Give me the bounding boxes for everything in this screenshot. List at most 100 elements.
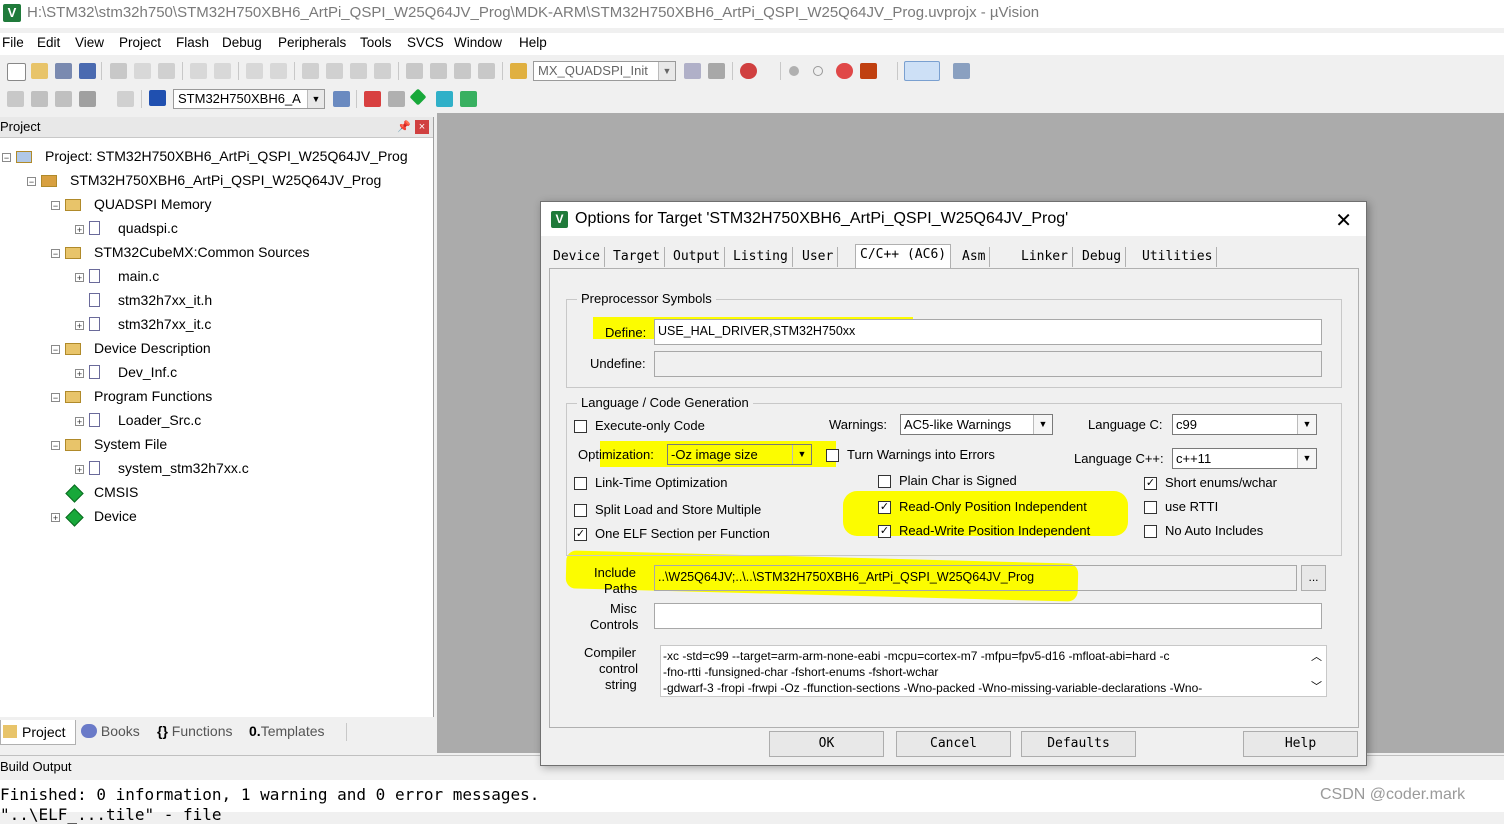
ok-button[interactable]: OK — [769, 731, 884, 757]
comment-icon[interactable] — [454, 63, 471, 79]
lto-checkbox[interactable] — [574, 477, 587, 490]
scroll-down-icon[interactable]: ﹀ — [1311, 678, 1322, 694]
find-in-files-icon[interactable] — [510, 63, 527, 79]
collapse-icon[interactable]: − — [51, 441, 60, 451]
tab-asm[interactable]: Asm — [958, 247, 991, 267]
menu-svcs[interactable]: SVCS — [407, 35, 444, 50]
redo-icon[interactable] — [214, 63, 231, 79]
collapse-icon[interactable]: − — [51, 249, 60, 259]
close-icon[interactable]: ✕ — [1335, 208, 1352, 233]
tree-item[interactable]: − Device Description — [0, 339, 430, 359]
short-enums-checkbox[interactable]: ✓ — [1144, 477, 1157, 490]
include-paths-input[interactable]: ..\W25Q64JV;..\..\STM32H750XBH6_ArtPi_QS… — [654, 565, 1297, 591]
tab-linker[interactable]: Linker — [1017, 247, 1073, 267]
batch-build-icon[interactable] — [79, 91, 96, 107]
debug-session-icon[interactable] — [740, 63, 757, 79]
save-icon[interactable] — [55, 63, 72, 79]
define-input[interactable]: USE_HAL_DRIVER,STM32H750xx — [654, 319, 1322, 345]
menu-tools[interactable]: Tools — [360, 35, 392, 50]
tree-item[interactable]: − STM32CubeMX:Common Sources — [0, 243, 430, 263]
tree-item[interactable]: CMSIS — [0, 483, 430, 503]
window-layout-icon[interactable] — [904, 61, 940, 81]
tree-item[interactable]: + Dev_Inf.c — [0, 363, 430, 383]
tree-item[interactable]: + system_stm32h7xx.c — [0, 459, 430, 479]
plain-char-checkbox[interactable] — [878, 475, 891, 488]
optimization-select[interactable]: -Oz image size ▼ — [667, 444, 812, 465]
menu-debug[interactable]: Debug — [222, 35, 262, 50]
configure-icon[interactable] — [953, 63, 970, 79]
tree-item[interactable]: + quadspi.c — [0, 219, 430, 239]
manage-project-icon[interactable] — [388, 91, 405, 107]
tab-books[interactable]: Books — [81, 723, 140, 739]
pin-icon[interactable]: 📌 — [397, 120, 411, 133]
indent-icon[interactable] — [406, 63, 423, 79]
defaults-button[interactable]: Defaults — [1021, 731, 1136, 757]
split-load-checkbox[interactable] — [574, 504, 587, 517]
expand-icon[interactable]: + — [75, 321, 84, 331]
execute-only-checkbox[interactable] — [574, 420, 587, 433]
expand-icon[interactable]: + — [51, 513, 60, 523]
target-options-icon[interactable] — [333, 91, 350, 107]
turn-warnings-checkbox[interactable] — [826, 449, 839, 462]
chevron-down-icon[interactable]: ▼ — [1297, 415, 1316, 434]
build-icon[interactable] — [31, 91, 48, 107]
translate-icon[interactable] — [7, 91, 24, 107]
expand-icon[interactable]: + — [75, 225, 84, 235]
rte-icon[interactable] — [460, 91, 477, 107]
next-bookmark-icon[interactable] — [350, 63, 367, 79]
nav-back-icon[interactable] — [246, 63, 263, 79]
pack-installer-icon[interactable] — [436, 91, 453, 107]
tree-item[interactable]: + Loader_Src.c — [0, 411, 430, 431]
expand-icon[interactable]: + — [75, 465, 84, 475]
menu-window[interactable]: Window — [454, 35, 502, 50]
prev-bookmark-icon[interactable] — [326, 63, 343, 79]
download-load-icon[interactable] — [149, 90, 166, 106]
tab-target[interactable]: Target — [609, 247, 665, 267]
tree-item[interactable]: + Device — [0, 507, 430, 527]
new-file-icon[interactable] — [7, 63, 26, 81]
tab-functions[interactable]: {} Functions — [157, 723, 233, 739]
tree-item[interactable]: − Project: STM32H750XBH6_ArtPi_QSPI_W25Q6… — [0, 147, 430, 167]
one-elf-checkbox[interactable]: ✓ — [574, 528, 587, 541]
undo-icon[interactable] — [190, 63, 207, 79]
open-file-icon[interactable] — [31, 63, 48, 79]
tree-item[interactable]: − QUADSPI Memory — [0, 195, 430, 215]
collapse-icon[interactable]: − — [51, 201, 60, 211]
chevron-down-icon[interactable]: ▼ — [792, 445, 811, 464]
expand-icon[interactable]: + — [75, 369, 84, 379]
uncomment-icon[interactable] — [478, 63, 495, 79]
find-icon[interactable] — [684, 63, 701, 79]
compiler-control-string[interactable]: -xc -std=c99 --target=arm-arm-none-eabi … — [660, 645, 1327, 697]
menu-edit[interactable]: Edit — [37, 35, 60, 50]
breakpoint-icon[interactable] — [789, 66, 799, 76]
tree-item[interactable]: − System File — [0, 435, 430, 455]
tab-templates[interactable]: 0.Templates — [249, 723, 325, 739]
breakpoint-options-icon[interactable] — [860, 63, 877, 79]
tab-utilities[interactable]: Utilities — [1138, 247, 1218, 267]
language-cpp-select[interactable]: c++11 ▼ — [1172, 448, 1317, 469]
menu-view[interactable]: View — [75, 35, 104, 50]
tree-item[interactable]: + main.c — [0, 267, 430, 287]
incremental-find-icon[interactable] — [708, 63, 725, 79]
tree-item[interactable]: + stm32h7xx_it.c — [0, 315, 430, 335]
expand-icon[interactable]: + — [75, 417, 84, 427]
cancel-button[interactable]: Cancel — [896, 731, 1011, 757]
help-button[interactable]: Help — [1243, 731, 1358, 757]
menu-peripherals[interactable]: Peripherals — [278, 35, 346, 50]
save-all-icon[interactable] — [79, 63, 96, 79]
bookmark-icon[interactable] — [302, 63, 319, 79]
chevron-down-icon[interactable]: ▼ — [1297, 449, 1316, 468]
chevron-down-icon[interactable]: ▼ — [1033, 415, 1052, 434]
tab-device[interactable]: Device — [549, 247, 605, 267]
tab-output[interactable]: Output — [669, 247, 725, 267]
menu-file[interactable]: File — [2, 35, 24, 50]
chevron-down-icon[interactable]: ▼ — [658, 62, 675, 80]
nav-forward-icon[interactable] — [270, 63, 287, 79]
rebuild-icon[interactable] — [55, 91, 72, 107]
collapse-icon[interactable]: − — [51, 345, 60, 355]
copy-icon[interactable] — [134, 63, 151, 79]
disable-breakpoint-icon[interactable] — [813, 66, 823, 76]
menu-project[interactable]: Project — [119, 35, 161, 50]
misc-controls-input[interactable] — [654, 603, 1322, 629]
tree-item[interactable]: stm32h7xx_it.h — [0, 291, 430, 311]
